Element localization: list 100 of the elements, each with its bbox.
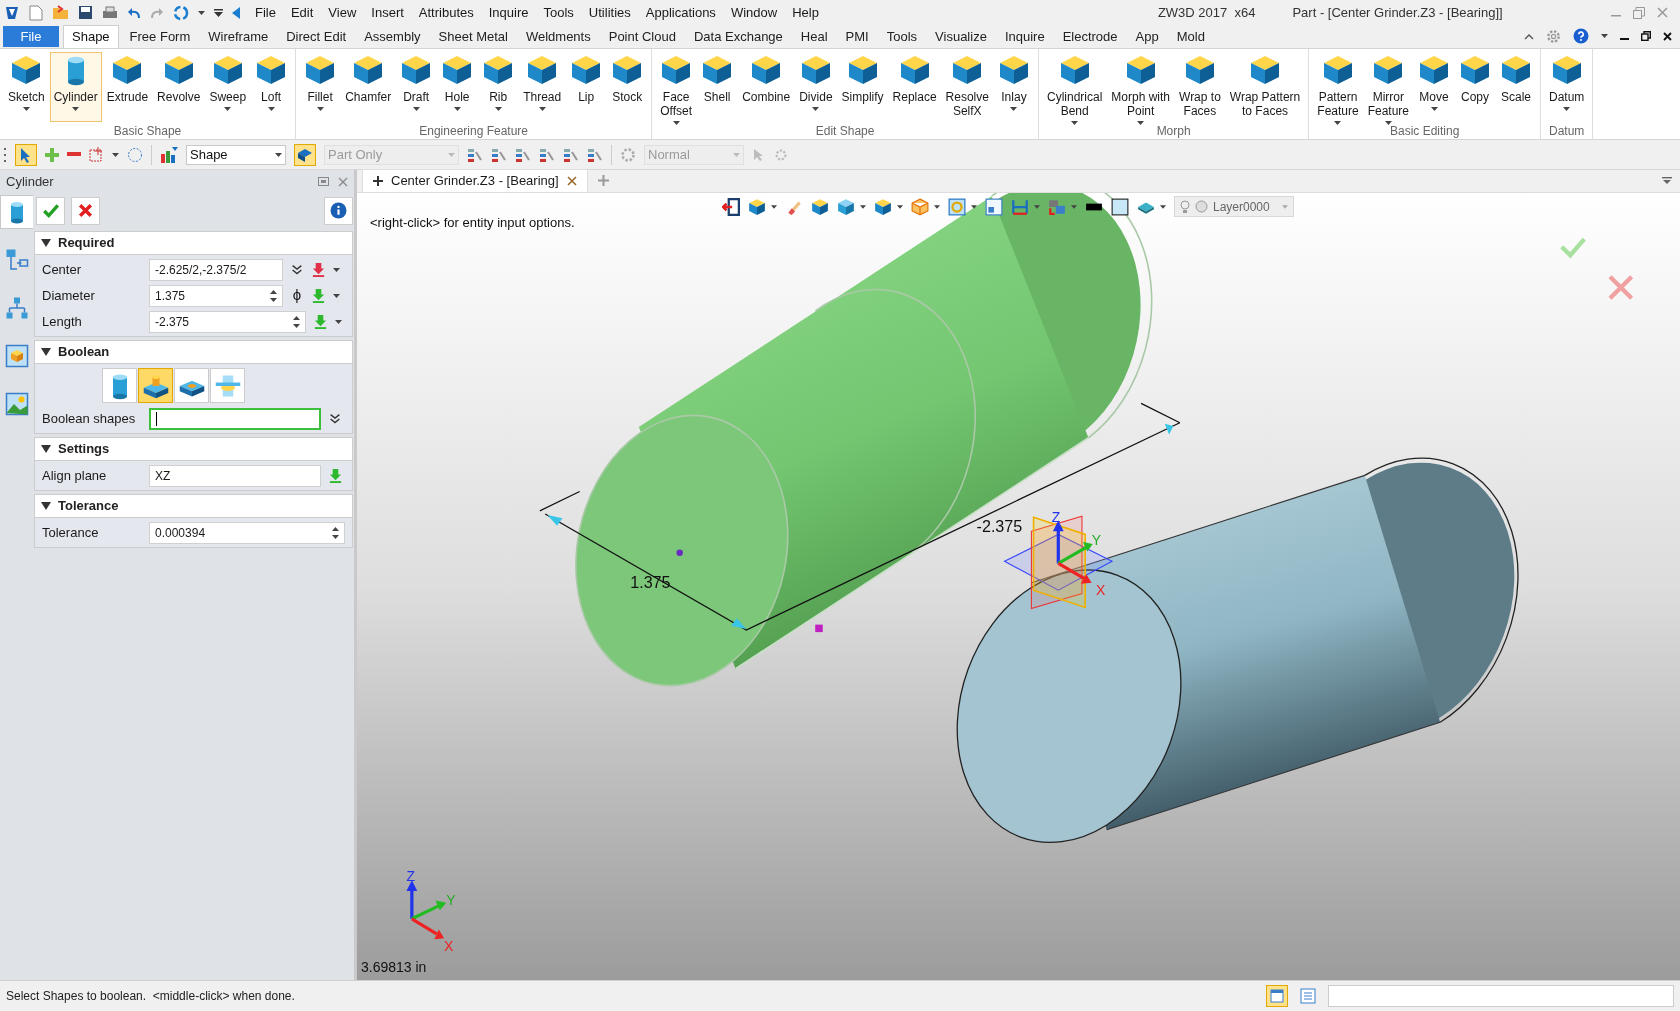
- caret-icon[interactable]: [1071, 204, 1077, 209]
- caret-icon[interactable]: [335, 319, 342, 324]
- zoom-fit-icon[interactable]: [948, 197, 966, 216]
- caret-icon[interactable]: [112, 152, 119, 157]
- menu-item[interactable]: Help: [792, 2, 819, 23]
- ribbon-tab[interactable]: Mold: [1169, 25, 1212, 48]
- spinner-icon[interactable]: [332, 526, 339, 539]
- wireframe-cube-icon[interactable]: [911, 197, 929, 216]
- ribbon-tab[interactable]: Visualize: [928, 25, 994, 48]
- restore-icon[interactable]: [1641, 31, 1651, 41]
- open-folder-icon[interactable]: [52, 5, 69, 20]
- cube-icon[interactable]: [837, 197, 855, 216]
- caret-icon[interactable]: [1137, 121, 1145, 125]
- caret-icon[interactable]: [1430, 107, 1438, 111]
- ribbon-tab[interactable]: PMI: [838, 25, 876, 48]
- caret-icon[interactable]: [22, 107, 30, 111]
- caret-icon[interactable]: [72, 107, 80, 111]
- menu-item[interactable]: View: [328, 2, 357, 23]
- menu-item[interactable]: Edit: [290, 2, 314, 23]
- caret-icon[interactable]: [1034, 204, 1040, 209]
- ribbon-button[interactable]: Hole: [437, 52, 478, 122]
- ribbon-button[interactable]: Inlay: [993, 52, 1034, 122]
- ribbon-button[interactable]: Loft: [251, 52, 292, 122]
- ribbon-button[interactable]: Morph with Point: [1107, 52, 1174, 122]
- caret-icon[interactable]: [333, 293, 340, 298]
- caret-icon[interactable]: [1334, 121, 1342, 125]
- part-filter-icon[interactable]: [294, 143, 316, 166]
- spinner-icon[interactable]: [270, 289, 277, 302]
- ribbon-button[interactable]: Cylindrical Bend: [1042, 52, 1107, 122]
- menu-item[interactable]: Window: [730, 2, 778, 23]
- ribbon-button[interactable]: Scale: [1496, 52, 1536, 122]
- minus-icon[interactable]: [67, 152, 81, 157]
- ribbon-button[interactable]: Face Offset: [656, 52, 697, 122]
- menu-item[interactable]: Utilities: [588, 2, 631, 23]
- document-tab[interactable]: Center Grinder.Z3 - [Bearing]: [362, 169, 588, 192]
- ribbon-button[interactable]: Cylinder: [49, 52, 102, 122]
- ribbon-button[interactable]: Rib: [478, 52, 519, 122]
- check-icon[interactable]: [1560, 237, 1586, 259]
- ribbon-tab[interactable]: Heal: [793, 25, 835, 48]
- undo-icon[interactable]: [127, 6, 141, 19]
- ribbon-button[interactable]: Combine: [738, 52, 795, 122]
- ribbon-button[interactable]: Sketch: [4, 52, 49, 122]
- exit-icon[interactable]: [722, 197, 740, 216]
- ribbon-button[interactable]: Stock: [607, 52, 648, 122]
- ribbon-tab[interactable]: Shape: [63, 25, 119, 48]
- ribbon-button[interactable]: Move: [1414, 52, 1454, 122]
- caret-icon[interactable]: [812, 107, 820, 111]
- cancel-button[interactable]: [71, 196, 100, 225]
- ribbon-button[interactable]: Sweep: [205, 52, 251, 122]
- selection-box-icon[interactable]: [89, 147, 104, 162]
- boolean-option[interactable]: [102, 368, 137, 403]
- caret-icon[interactable]: [198, 10, 205, 15]
- ribbon-tab[interactable]: Data Exchange: [686, 25, 790, 48]
- boolean-option[interactable]: [174, 368, 209, 403]
- ribbon-tab[interactable]: Direct Edit: [279, 25, 354, 48]
- ribbon-tab[interactable]: Weldments: [518, 25, 598, 48]
- ribbon-button[interactable]: Thread: [519, 52, 566, 122]
- ribbon-tab[interactable]: Electrode: [1055, 25, 1125, 48]
- info-button[interactable]: [324, 196, 353, 225]
- boolean-option[interactable]: [138, 368, 173, 403]
- input-field[interactable]: 0.000394: [149, 521, 345, 544]
- ribbon-tab[interactable]: Inquire: [997, 25, 1052, 48]
- ribbon-button[interactable]: Lip: [566, 52, 607, 122]
- side-tab[interactable]: [0, 195, 33, 229]
- ribbon-button[interactable]: Shell: [697, 52, 738, 122]
- caret-icon[interactable]: [1160, 204, 1166, 209]
- left-triangle-icon[interactable]: [232, 6, 240, 19]
- menu-item[interactable]: Tools: [543, 2, 574, 23]
- caret-icon[interactable]: [538, 107, 546, 111]
- caret-icon[interactable]: [860, 204, 866, 209]
- caret-icon[interactable]: [453, 107, 461, 111]
- input-field[interactable]: -2.375: [149, 310, 306, 333]
- save-icon[interactable]: [78, 5, 93, 20]
- menu-item[interactable]: Applications: [645, 2, 716, 23]
- layout-icon[interactable]: [1266, 985, 1288, 1007]
- caret-icon[interactable]: [934, 204, 940, 209]
- ribbon-button[interactable]: Wrap to Faces: [1175, 52, 1225, 122]
- ribbon-button[interactable]: Wrap Pattern to Faces: [1225, 52, 1305, 122]
- ribbon-tab[interactable]: Wireframe: [201, 25, 276, 48]
- caret-icon[interactable]: [333, 267, 340, 272]
- section-header[interactable]: Boolean: [34, 340, 353, 364]
- menu-item[interactable]: Attributes: [418, 2, 474, 23]
- rotate-icon[interactable]: [173, 4, 189, 21]
- ribbon-button[interactable]: Mirror Feature: [1363, 52, 1413, 122]
- input-field[interactable]: 1.375: [149, 284, 283, 307]
- pointer-icon[interactable]: [15, 143, 37, 166]
- caret-icon[interactable]: [897, 204, 903, 209]
- ribbon-tab[interactable]: App: [1128, 25, 1166, 48]
- view-cube-icon[interactable]: [748, 197, 766, 216]
- double-chevron-icon[interactable]: [290, 262, 304, 277]
- ribbon-button[interactable]: Copy: [1455, 52, 1495, 122]
- ribbon-button[interactable]: Divide: [795, 52, 837, 122]
- ribbon-button[interactable]: Datum: [1545, 52, 1589, 122]
- cube-icon[interactable]: [811, 197, 829, 216]
- menu-item[interactable]: Insert: [371, 2, 404, 23]
- caret-icon[interactable]: [1010, 107, 1018, 111]
- caret-icon[interactable]: [1071, 121, 1079, 125]
- ribbon-tab[interactable]: Point Cloud: [601, 25, 683, 48]
- dotted-circle-icon[interactable]: [127, 146, 143, 163]
- section-header[interactable]: Required: [34, 231, 353, 255]
